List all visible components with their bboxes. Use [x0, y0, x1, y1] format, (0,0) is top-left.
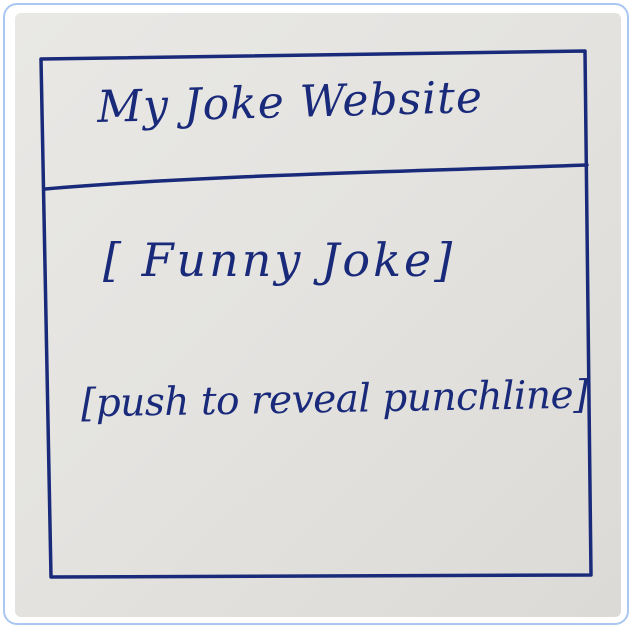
page-title: My Joke Website	[96, 71, 484, 134]
header-divider	[43, 163, 589, 191]
screenshot-frame: My Joke Website [ Funny Joke] [push to r…	[3, 3, 629, 625]
joke-text: [ Funny Joke]	[103, 233, 456, 287]
reveal-punchline-button[interactable]: [push to reveal punchline]	[81, 373, 589, 427]
